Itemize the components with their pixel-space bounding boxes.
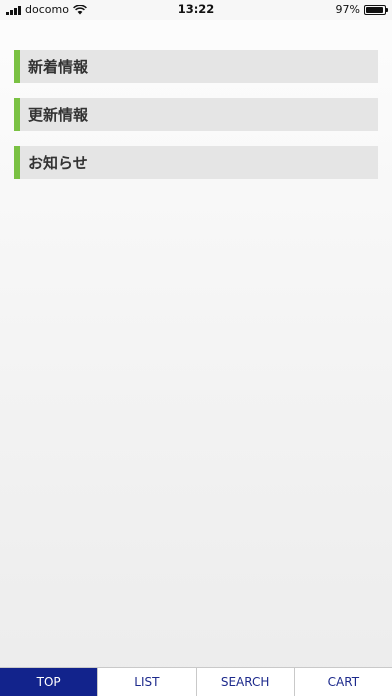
status-bar: docomo 13:22 97% — [0, 0, 392, 20]
section-header-updates[interactable]: 更新情報 — [14, 98, 378, 131]
tab-top[interactable]: TOP — [0, 668, 98, 696]
battery-level — [366, 7, 383, 13]
clock: 13:22 — [177, 2, 215, 16]
section-header-new-arrivals[interactable]: 新着情報 — [14, 50, 378, 83]
battery-cap — [386, 8, 388, 12]
tab-search[interactable]: SEARCH — [195, 668, 294, 696]
section-title: 更新情報 — [28, 106, 89, 124]
section-header-notices[interactable]: お知らせ — [14, 146, 378, 179]
battery-icon — [364, 5, 388, 15]
battery-percentage: 97% — [335, 3, 360, 16]
tab-list[interactable]: LIST — [97, 668, 196, 696]
section-title: お知らせ — [28, 154, 88, 172]
section-title: 新着情報 — [28, 58, 89, 76]
status-right: 97% — [335, 3, 388, 17]
bottom-tab-bar: TOP LIST SEARCH CART — [0, 667, 392, 696]
tab-cart[interactable]: CART — [293, 668, 392, 696]
section-list: 新着情報 更新情報 お知らせ — [14, 50, 378, 194]
